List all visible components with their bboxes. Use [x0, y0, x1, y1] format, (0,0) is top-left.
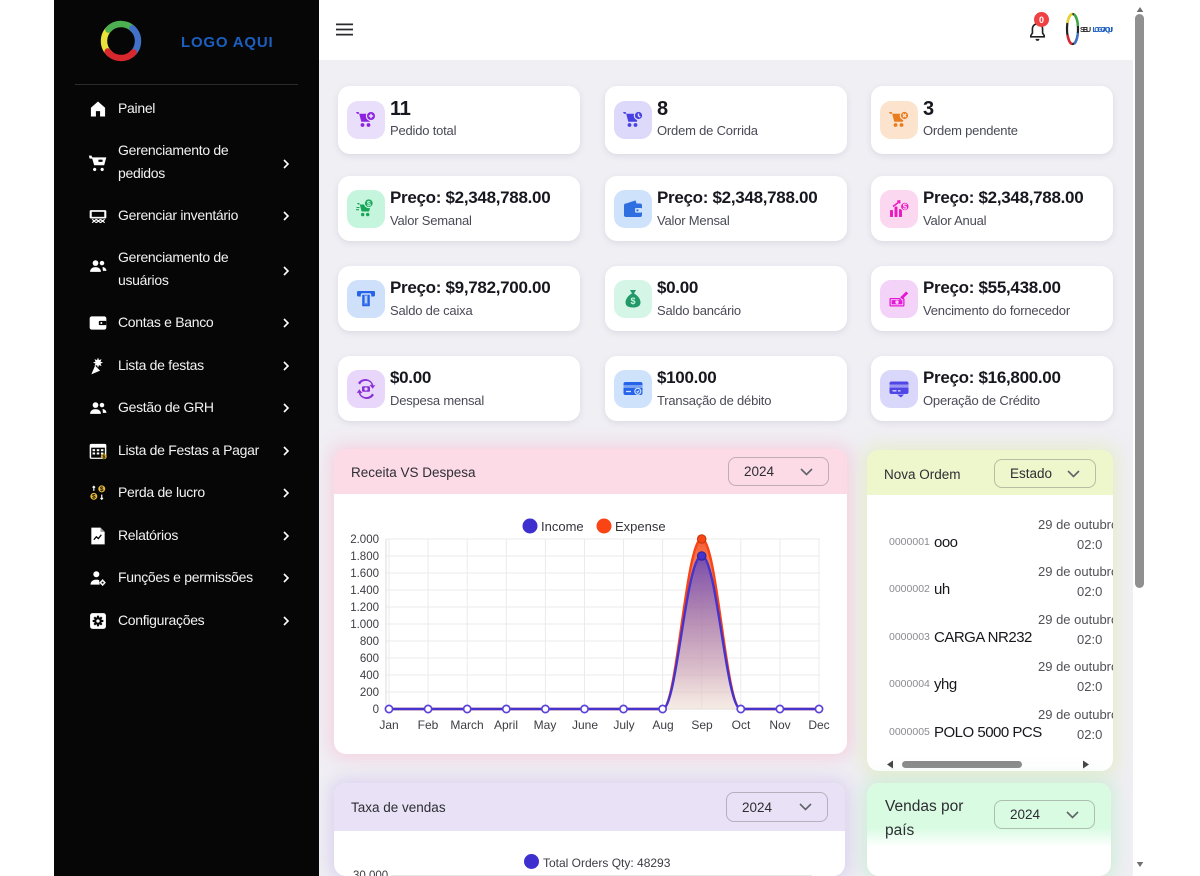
svg-text:June: June [572, 718, 598, 732]
svg-text:April: April [494, 718, 518, 732]
svg-text:2.000: 2.000 [350, 534, 379, 546]
svg-text:SEU: SEU [1080, 27, 1091, 34]
svg-text:Income: Income [541, 519, 584, 534]
svg-text:March: March [450, 718, 483, 732]
svg-text:Oct: Oct [732, 718, 751, 732]
svg-text:$: $ [630, 296, 635, 306]
svg-text:LOGO AQUI: LOGO AQUI [1093, 27, 1114, 34]
svg-text:0: 0 [373, 704, 379, 716]
svg-text:$: $ [92, 494, 96, 501]
svg-text:July: July [613, 718, 634, 732]
svg-text:Jan: Jan [379, 718, 398, 732]
svg-text:Aug: Aug [652, 718, 673, 732]
svg-text:400: 400 [360, 670, 379, 682]
svg-text:$: $ [102, 454, 105, 460]
svg-text:1.200: 1.200 [350, 602, 379, 614]
svg-text:600: 600 [360, 653, 379, 665]
svg-text:Expense: Expense [615, 519, 666, 534]
svg-text:$: $ [903, 202, 908, 211]
svg-text:800: 800 [360, 636, 379, 648]
svg-text:Dec: Dec [808, 718, 829, 732]
svg-text:$: $ [100, 486, 104, 493]
svg-text:1.800: 1.800 [350, 551, 379, 563]
svg-text:May: May [534, 718, 557, 732]
svg-text:Feb: Feb [418, 718, 439, 732]
svg-text:1.400: 1.400 [350, 585, 379, 597]
svg-text:Sep: Sep [691, 718, 713, 732]
svg-text:1.000: 1.000 [350, 619, 379, 631]
svg-text:200: 200 [360, 687, 379, 699]
svg-text:1.600: 1.600 [350, 568, 379, 580]
svg-text:Nov: Nov [769, 718, 790, 732]
